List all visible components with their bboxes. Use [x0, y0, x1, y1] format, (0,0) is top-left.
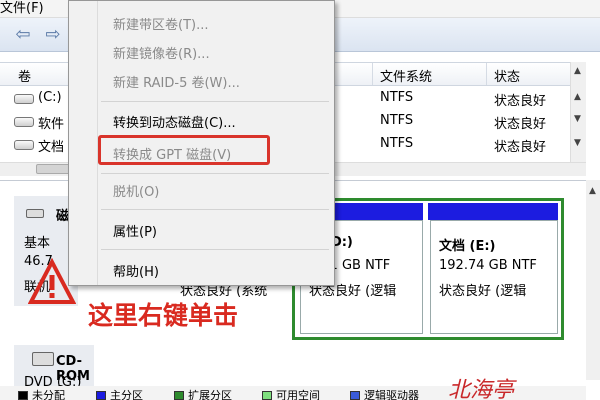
scroll-up-icon[interactable]: ▲: [574, 92, 581, 102]
menu-file[interactable]: 文件(F): [0, 0, 44, 16]
partition-e[interactable]: 文档 (E:) 192.74 GB NTF 状态良好 (逻辑: [430, 220, 558, 334]
legend-label: 扩展分区: [188, 389, 232, 400]
watermark: 北海亭: [448, 378, 515, 400]
volume-filesystem: NTFS: [380, 136, 414, 151]
drive-icon: [14, 140, 34, 150]
legend-label: 逻辑驱动器: [364, 389, 419, 400]
legend-swatch: [350, 391, 360, 400]
menu-separator: [101, 209, 329, 210]
volume-filesystem: NTFS: [380, 113, 414, 128]
annotation-text: 这里右键单击: [88, 301, 239, 330]
volume-status: 状态良好: [494, 94, 547, 109]
menu-item-offline[interactable]: 脱机(O): [113, 181, 159, 200]
menu-item-help[interactable]: 帮助(H): [113, 261, 159, 280]
column-volume[interactable]: 卷: [18, 66, 31, 85]
vertical-scrollbar[interactable]: ▲: [586, 180, 600, 380]
back-arrow-icon[interactable]: ⇦: [12, 24, 34, 46]
menu-item-new-mirror[interactable]: 新建镜像卷(R)...: [113, 43, 210, 62]
legend-swatch: [96, 391, 106, 400]
legend-label: 主分区: [110, 389, 143, 400]
cdrom-icon: [32, 352, 54, 366]
scroll-down-icon[interactable]: ▼: [574, 114, 581, 124]
volume-status: 状态良好: [494, 140, 547, 155]
menu-item-new-striped[interactable]: 新建带区卷(T)...: [113, 14, 208, 33]
volume-filesystem: NTFS: [380, 90, 414, 105]
partition-title: 文档 (E:): [439, 239, 496, 254]
column-status[interactable]: 状态: [494, 66, 520, 85]
scroll-up-icon[interactable]: ▲: [589, 186, 596, 196]
legend-label: 可用空间: [276, 389, 320, 400]
menu-separator: [101, 101, 329, 102]
legend-label: 未分配: [32, 389, 65, 400]
volume-name: 文档: [38, 140, 65, 155]
volume-name: (C:): [38, 90, 62, 105]
partition-size: 192.74 GB NTF: [439, 258, 537, 273]
disk-type: 基本: [24, 236, 51, 251]
drive-icon: [14, 94, 34, 104]
menu-item-convert-dynamic[interactable]: 转换到动态磁盘(C)...: [113, 112, 236, 131]
menu-item-new-raid5[interactable]: 新建 RAID-5 卷(W)...: [113, 72, 240, 91]
vertical-scrollbar[interactable]: ▲ ▲ ▼ ▼: [570, 62, 586, 162]
menu-separator: [101, 173, 329, 174]
forward-arrow-icon[interactable]: ⇨: [42, 24, 64, 46]
column-filesystem[interactable]: 文件系统: [380, 66, 432, 85]
menu-item-properties[interactable]: 属性(P): [113, 221, 157, 240]
volume-name: 软件: [38, 117, 65, 132]
legend-swatch: [262, 391, 272, 400]
scroll-down-icon[interactable]: ▼: [574, 138, 581, 148]
warning-triangle-icon: [27, 257, 77, 310]
menu-separator: [101, 249, 329, 250]
gpt-highlight-box: [98, 135, 270, 165]
partition-header: [428, 203, 558, 220]
volume-status: 状态良好: [494, 117, 547, 132]
legend-swatch: [174, 391, 184, 400]
scroll-up-icon[interactable]: ▲: [574, 66, 581, 76]
drive-icon: [14, 117, 34, 127]
legend-swatch: [18, 391, 28, 400]
disk-icon: [26, 209, 44, 218]
partition-status: 状态良好 (逻辑: [439, 284, 527, 299]
